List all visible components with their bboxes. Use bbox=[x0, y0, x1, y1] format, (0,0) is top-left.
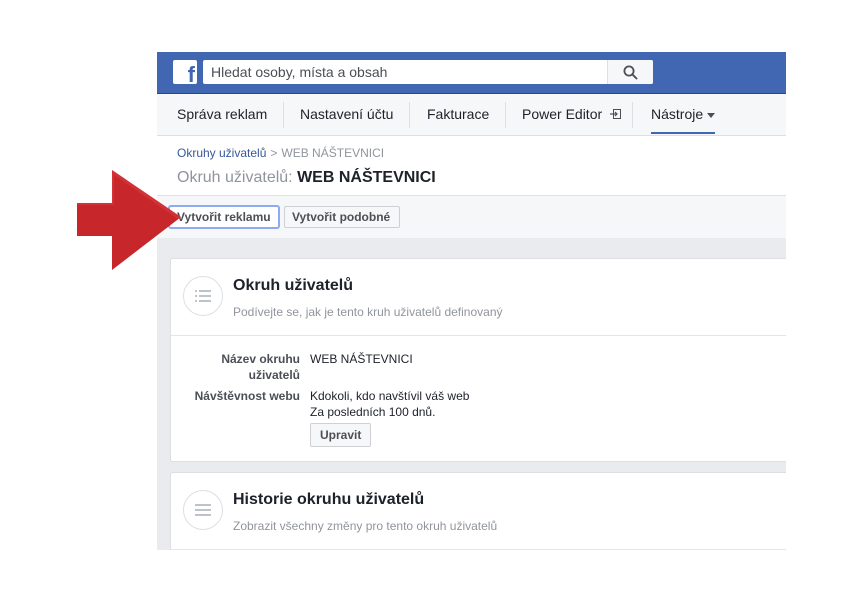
chevron-down-icon bbox=[707, 112, 716, 118]
menu-icon bbox=[195, 504, 211, 516]
nav-item-tools[interactable]: Nástroje bbox=[651, 94, 716, 134]
nav-item-tools-label: Nástroje bbox=[651, 106, 704, 122]
audience-card-subtitle: Podívejte se, jak je tento kruh uživatel… bbox=[233, 305, 503, 319]
history-card-title: Historie okruhu uživatelů bbox=[233, 491, 425, 508]
nav-item-power-editor[interactable]: Power Editor bbox=[522, 94, 622, 134]
page-title-prefix: Okruh uživatelů: bbox=[177, 169, 293, 186]
create-ad-button[interactable]: Vytvořit reklamu bbox=[169, 206, 279, 228]
website-traffic-label: Návštěvnost webu bbox=[194, 389, 300, 403]
nav-divider bbox=[505, 102, 506, 128]
website-traffic-value: Kdokoli, kdo navštívil váš web Za posled… bbox=[310, 388, 469, 420]
top-bar: f bbox=[157, 52, 786, 94]
search-icon bbox=[623, 65, 638, 80]
content-area: Okruh uživatelů Podívejte se, jak je ten… bbox=[157, 238, 786, 550]
external-link-icon bbox=[610, 109, 622, 120]
facebook-logo-icon[interactable]: f bbox=[173, 60, 197, 84]
edit-button[interactable]: Upravit bbox=[310, 423, 372, 447]
page-title: Okruh uživatelů: WEB NÁŠTEVNICI bbox=[177, 169, 436, 187]
audience-name-value: WEB NÁŠTEVNICI bbox=[310, 352, 413, 366]
action-bar: Vytvořit reklamu Vytvořit podobné bbox=[157, 195, 786, 239]
breadcrumb-current: WEB NÁŠTEVNICI bbox=[281, 146, 385, 160]
history-list-icon bbox=[183, 490, 223, 530]
nav-item-account-settings[interactable]: Nastavení účtu bbox=[300, 94, 393, 134]
history-card-subtitle: Zobrazit všechny změny pro tento okruh u… bbox=[233, 519, 498, 533]
audience-name-label: Název okruhu uživatelů bbox=[170, 351, 300, 383]
nav-item-power-editor-label: Power Editor bbox=[522, 106, 603, 122]
nav-divider bbox=[409, 102, 410, 128]
search-button[interactable] bbox=[607, 60, 653, 84]
list-icon bbox=[195, 290, 211, 302]
create-similar-button[interactable]: Vytvořit podobné bbox=[284, 206, 400, 228]
audience-name-label-line1: Název okruhu bbox=[221, 352, 300, 366]
ads-manager-window: f Správa reklam Nastavení účtu Fakturace… bbox=[157, 52, 786, 550]
nav-divider bbox=[632, 102, 633, 128]
nav-divider bbox=[283, 102, 284, 128]
audience-card-title: Okruh uživatelů bbox=[233, 277, 354, 294]
audience-name-label-line2: uživatelů bbox=[248, 368, 300, 382]
website-traffic-retention: Za posledních 100 dnů. bbox=[310, 405, 436, 419]
audience-card: Okruh uživatelů Podívejte se, jak je ten… bbox=[170, 258, 786, 462]
search-input[interactable] bbox=[203, 60, 601, 84]
search-box bbox=[203, 60, 653, 84]
history-card-header: Historie okruhu uživatelů Zobrazit všech… bbox=[171, 473, 786, 550]
audience-card-header: Okruh uživatelů Podívejte se, jak je ten… bbox=[171, 259, 786, 336]
breadcrumb-link-audiences[interactable]: Okruhy uživatelů bbox=[177, 146, 266, 160]
audience-list-icon bbox=[183, 276, 223, 316]
nav-item-ads-manager[interactable]: Správa reklam bbox=[177, 94, 267, 134]
page-title-name: WEB NÁŠTEVNICI bbox=[297, 169, 436, 186]
main-nav: Správa reklam Nastavení účtu Fakturace P… bbox=[157, 94, 786, 136]
website-traffic-rule: Kdokoli, kdo navštívil váš web bbox=[310, 389, 470, 403]
red-arrow-annotation bbox=[77, 170, 181, 270]
nav-item-billing[interactable]: Fakturace bbox=[427, 94, 489, 134]
history-card: Historie okruhu uživatelů Zobrazit všech… bbox=[170, 472, 786, 550]
breadcrumb: Okruhy uživatelů > WEB NÁŠTEVNICI bbox=[177, 146, 384, 160]
breadcrumb-chevron-icon: > bbox=[270, 146, 278, 160]
